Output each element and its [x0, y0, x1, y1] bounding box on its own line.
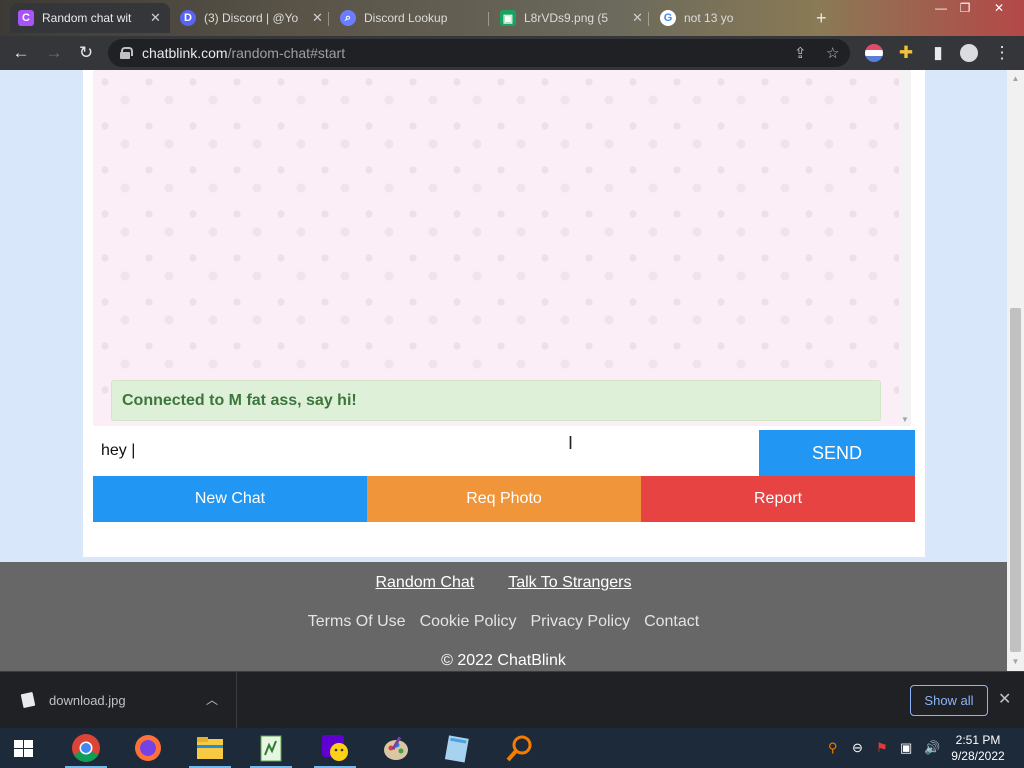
tab-separator [488, 12, 489, 26]
connection-status-message: Connected to M fat ass, say hi! [111, 380, 881, 421]
bookmark-star-icon[interactable]: ☆ [826, 44, 839, 62]
privacy-policy-link[interactable]: Privacy Policy [531, 613, 631, 631]
lock-icon [120, 47, 133, 59]
tab-label: Discord Lookup [364, 11, 448, 25]
send-button[interactable]: SEND [759, 430, 915, 476]
scrollbar-thumb[interactable] [1010, 308, 1021, 652]
clock-time: 2:51 PM [955, 733, 1001, 747]
search-taskbar-icon[interactable] [494, 728, 544, 768]
close-tab-icon[interactable]: ✕ [150, 10, 162, 26]
tray-volume-icon[interactable]: 🔊 [924, 740, 940, 756]
restore-icon[interactable]: ❐ [950, 0, 980, 18]
back-icon[interactable]: ← [10, 42, 32, 64]
close-tab-icon[interactable]: ✕ [632, 10, 644, 26]
file-explorer-taskbar-icon[interactable] [185, 728, 235, 768]
chat-actions: New Chat Req Photo Report [93, 476, 915, 522]
paint-taskbar-icon[interactable] [371, 728, 421, 768]
extensions-puzzle-icon[interactable]: ✚ [895, 42, 917, 64]
discord-favicon-icon: D [180, 10, 196, 26]
request-photo-button[interactable]: Req Photo [367, 476, 641, 522]
share-icon[interactable]: ⇪ [794, 44, 807, 62]
close-download-shelf-icon[interactable]: ✕ [998, 689, 1011, 709]
tray-network-icon[interactable]: ▣ [900, 740, 912, 756]
notepad-plus-taskbar-icon[interactable] [432, 728, 482, 768]
firefox-taskbar-icon[interactable] [123, 728, 173, 768]
taskbar-clock[interactable]: 2:51 PM 9/28/2022 [950, 732, 1006, 764]
copyright-text: © 2022 ChatBlink [441, 652, 566, 669]
page-viewport: Connected to M fat ass, say hi! ▼ hey | … [0, 70, 1007, 671]
tab-random-chat[interactable]: C Random chat wit ✕ [10, 3, 170, 33]
chevron-up-icon[interactable]: ︿ [206, 691, 218, 708]
forward-icon[interactable]: → [43, 42, 65, 64]
yahoo-messenger-taskbar-icon[interactable] [310, 728, 360, 768]
browser-toolbar: ← → ↻ chatblink.com/random-chat#start ⇪ … [0, 36, 1024, 70]
talk-to-strangers-link[interactable]: Talk To Strangers [508, 574, 631, 592]
scroll-down-arrow-icon[interactable]: ▼ [901, 415, 909, 424]
contact-link[interactable]: Contact [644, 613, 699, 631]
show-all-downloads-button[interactable]: Show all [910, 685, 988, 716]
tab-discord[interactable]: D (3) Discord | @Yo ✕ [172, 3, 332, 33]
clock-date: 9/28/2022 [951, 749, 1005, 763]
url-path: /random-chat#start [227, 45, 346, 61]
tray-search-icon[interactable]: ⚲ [828, 740, 838, 756]
chat-log-scrollbar[interactable]: ▼ [899, 70, 911, 426]
tab-separator [328, 12, 329, 26]
download-file-name: download.jpg [49, 693, 126, 708]
tab-label: not 13 yo [684, 11, 734, 25]
tab-label: L8rVDs9.png (5 [524, 11, 609, 25]
extension-flag-icon[interactable] [865, 44, 883, 62]
side-panel-icon[interactable]: ▮ [927, 42, 949, 64]
tray-flag-icon[interactable]: ⚑ [876, 740, 888, 756]
windows-start-icon[interactable] [14, 740, 34, 758]
cookie-policy-link[interactable]: Cookie Policy [420, 613, 517, 631]
windows-taskbar: ⚲ ⊖ ⚑ ▣ 🔊 2:51 PM 9/28/2022 [0, 728, 1024, 768]
message-input-value: hey | [101, 442, 136, 459]
tab-separator [648, 12, 649, 26]
chatblink-favicon-icon: C [18, 10, 34, 26]
site-footer: Random Chat Talk To Strangers Terms Of U… [0, 562, 1007, 671]
terms-of-use-link[interactable]: Terms Of Use [308, 613, 406, 631]
random-chat-link[interactable]: Random Chat [375, 574, 474, 592]
tab-label: Random chat wit [42, 11, 132, 25]
scroll-up-arrow-icon[interactable]: ▲ [1007, 72, 1024, 86]
image-icon: ▣ [500, 10, 516, 26]
search-icon: ⌕ [340, 10, 356, 26]
footer-secondary-links: Terms Of Use Cookie Policy Privacy Polic… [0, 613, 1007, 631]
new-chat-button[interactable]: New Chat [93, 476, 367, 522]
text-cursor-icon: I [568, 433, 574, 453]
download-item[interactable]: download.jpg ︿ [0, 672, 237, 729]
close-tab-icon[interactable]: ✕ [312, 10, 324, 26]
footer-primary-links: Random Chat Talk To Strangers [0, 574, 1007, 592]
file-icon [20, 691, 36, 709]
close-window-icon[interactable]: ✕ [984, 0, 1014, 18]
browser-menu-icon[interactable]: ⋮ [991, 42, 1013, 64]
chrome-taskbar-icon[interactable] [61, 728, 111, 768]
url-host: chatblink.com [142, 45, 228, 61]
reload-icon[interactable]: ↻ [75, 42, 97, 64]
address-bar[interactable]: chatblink.com/random-chat#start ⇪ ☆ [108, 39, 850, 67]
page-scrollbar[interactable]: ▲ ▼ [1007, 70, 1024, 671]
scroll-down-arrow-icon[interactable]: ▼ [1007, 655, 1024, 669]
profile-avatar-icon[interactable] [960, 44, 978, 62]
chat-log[interactable]: Connected to M fat ass, say hi! [93, 70, 899, 426]
tray-minus-icon[interactable]: ⊖ [852, 740, 863, 756]
google-favicon-icon: G [660, 10, 676, 26]
tab-discord-lookup[interactable]: ⌕ Discord Lookup [332, 3, 492, 33]
tab-label: (3) Discord | @Yo [204, 11, 299, 25]
message-input[interactable]: hey | [93, 428, 758, 474]
notepad-taskbar-icon[interactable] [246, 728, 296, 768]
tab-google-search[interactable]: G not 13 yo [652, 3, 812, 33]
tab-image[interactable]: ▣ L8rVDs9.png (5 ✕ [492, 3, 652, 33]
chat-card: Connected to M fat ass, say hi! ▼ hey | … [83, 70, 925, 557]
report-button[interactable]: Report [641, 476, 915, 522]
new-tab-button[interactable]: + [816, 8, 827, 29]
download-shelf: download.jpg ︿ Show all ✕ [0, 671, 1024, 729]
browser-tab-strip: C Random chat wit ✕ D (3) Discord | @Yo … [0, 0, 1024, 36]
